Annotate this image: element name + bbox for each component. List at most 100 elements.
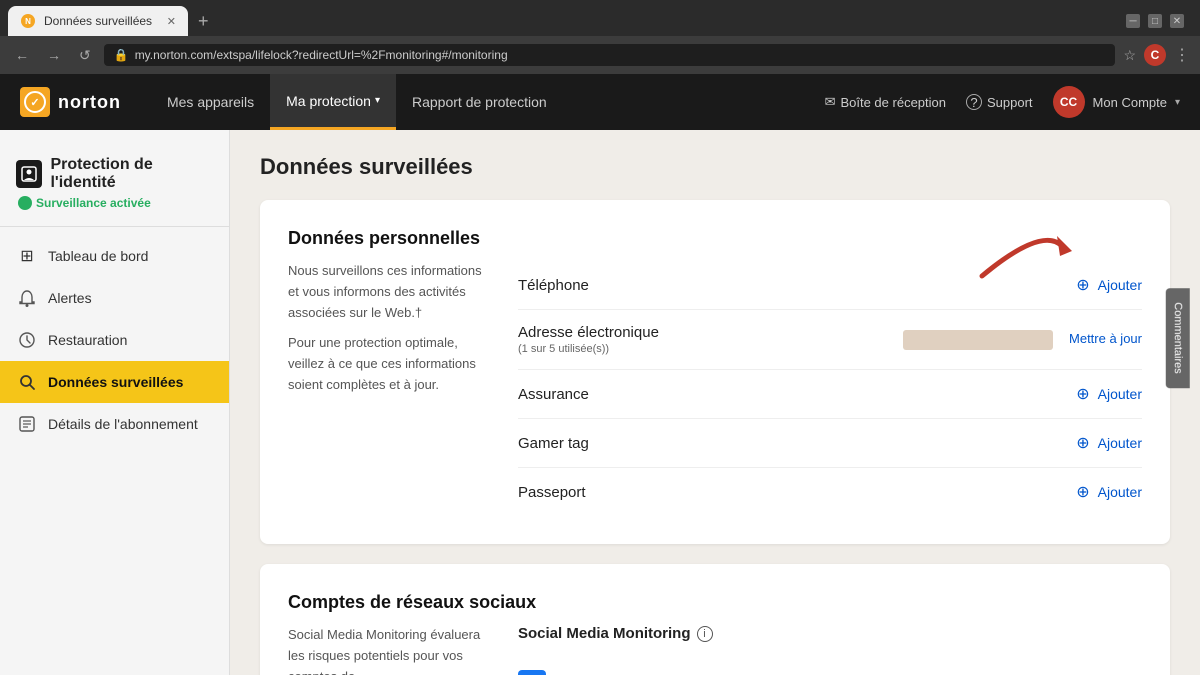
inbox-icon: ✉ — [825, 94, 836, 110]
feedback-tab[interactable]: Commentaires — [1166, 288, 1190, 388]
sidebar-label-details-abonnement: Détails de l'abonnement — [48, 416, 198, 432]
bookmark-icon[interactable]: ☆ — [1123, 47, 1136, 64]
coupon-icon[interactable]: C — [1144, 44, 1166, 66]
browser-menu-icon[interactable]: ⋮ — [1174, 45, 1190, 65]
sidebar-label-tableau-de-bord: Tableau de bord — [48, 248, 148, 264]
refresh-button[interactable]: ↺ — [74, 45, 96, 66]
gamer-tag-row: Gamer tag ⊕ Ajouter — [518, 419, 1142, 468]
social-media-monitoring-header: Social Media Monitoring i — [518, 625, 1142, 642]
assurance-label: Assurance — [518, 386, 1076, 403]
sidebar-identity-section: Protection de l'identité Surveillance ac… — [0, 146, 229, 227]
facebook-row: f Facebook ⊕ Ajouter — [518, 656, 1142, 675]
social-card: Comptes de réseaux sociaux Social Media … — [260, 564, 1170, 675]
assurance-add-button[interactable]: ⊕ Ajouter — [1076, 384, 1142, 404]
identity-title-text: Protection de l'identité — [50, 156, 213, 192]
gamer-tag-plus-icon: ⊕ — [1076, 433, 1089, 453]
assurance-plus-icon: ⊕ — [1076, 384, 1089, 404]
assurance-add-label: Ajouter — [1098, 386, 1142, 402]
sidebar-item-details-abonnement[interactable]: Détails de l'abonnement — [0, 403, 229, 445]
identity-icon — [16, 160, 42, 188]
personal-data-desc-2: Pour une protection optimale, veillez à … — [288, 333, 488, 395]
personal-data-description: Nous surveillons ces informations et vou… — [288, 261, 488, 516]
gamer-tag-add-button[interactable]: ⊕ Ajouter — [1076, 433, 1142, 453]
active-tab[interactable]: N Données surveillées ✕ — [8, 6, 188, 36]
page-title: Données surveillées — [260, 154, 1170, 180]
passeport-plus-icon: ⊕ — [1076, 482, 1089, 502]
tab-close-button[interactable]: ✕ — [167, 15, 176, 28]
user-account-label: Mon Compte — [1093, 95, 1167, 110]
sidebar-label-alertes: Alertes — [48, 290, 92, 306]
support-label: Support — [987, 95, 1033, 110]
telephone-add-label: Ajouter — [1098, 277, 1142, 293]
gamer-tag-label: Gamer tag — [518, 435, 1076, 452]
personal-data-card: Données personnelles Nous surveillons ce… — [260, 200, 1170, 544]
url-bar[interactable]: 🔒 my.norton.com/extspa/lifelock?redirect… — [104, 44, 1116, 66]
telephone-add-button[interactable]: ⊕ Ajouter — [1076, 275, 1142, 295]
inbox-label: Boîte de réception — [840, 95, 946, 110]
social-description: Social Media Monitoring évaluera les ris… — [288, 625, 488, 675]
social-media-monitoring-title: Social Media Monitoring — [518, 625, 691, 642]
restauration-icon — [16, 329, 38, 351]
nav-rapport-protection[interactable]: Rapport de protection — [396, 74, 563, 130]
nav-inbox[interactable]: ✉ Boîte de réception — [825, 94, 946, 110]
email-update-button[interactable]: Mettre à jour — [1069, 330, 1142, 348]
nav-support[interactable]: ? Support — [966, 94, 1033, 110]
email-label: Adresse électronique — [518, 324, 903, 341]
sidebar-item-donnees-surveillees[interactable]: Données surveillées — [0, 361, 229, 403]
email-bar — [903, 330, 1053, 350]
social-card-title: Comptes de réseaux sociaux — [288, 592, 1142, 613]
assurance-row: Assurance ⊕ Ajouter — [518, 370, 1142, 419]
forward-button[interactable]: → — [42, 45, 66, 65]
email-sub-label: (1 sur 5 utilisée(s)) — [518, 343, 903, 355]
close-button[interactable]: ✕ — [1170, 14, 1184, 28]
minimize-button[interactable]: ─ — [1126, 14, 1140, 28]
sidebar-identity-title: Protection de l'identité — [16, 156, 213, 192]
surveillance-active-icon — [18, 196, 32, 210]
alertes-icon — [16, 287, 38, 309]
norton-logo-text: norton — [58, 92, 121, 113]
nav-label-ma-protection: Ma protection — [286, 93, 371, 109]
nav-items: Mes appareils Ma protection ▾ Rapport de… — [151, 74, 825, 130]
maximize-button[interactable]: □ — [1148, 14, 1162, 28]
svg-text:N: N — [25, 17, 31, 26]
sidebar: Protection de l'identité Surveillance ac… — [0, 130, 230, 675]
new-tab-button[interactable]: + — [192, 9, 215, 34]
sidebar-item-tableau-de-bord[interactable]: ⊞ Tableau de bord — [0, 235, 229, 277]
browser-chrome: N Données surveillées ✕ + ─ □ ✕ ← → ↺ 🔒 … — [0, 0, 1200, 74]
main-layout: Protection de l'identité Surveillance ac… — [0, 130, 1200, 675]
surveillance-badge: Surveillance activée — [16, 196, 213, 210]
feedback-tab-label: Commentaires — [1172, 302, 1184, 374]
norton-navbar: ✓ norton Mes appareils Ma protection ▾ R… — [0, 74, 1200, 130]
personal-data-desc-1: Nous surveillons ces informations et vou… — [288, 261, 488, 323]
lock-icon: 🔒 — [114, 48, 129, 62]
passeport-add-button[interactable]: ⊕ Ajouter — [1076, 482, 1142, 502]
social-media-info-icon[interactable]: i — [697, 626, 713, 642]
passeport-row: Passeport ⊕ Ajouter — [518, 468, 1142, 516]
donnees-surveillees-icon — [16, 371, 38, 393]
nav-ma-protection[interactable]: Ma protection ▾ — [270, 74, 396, 130]
user-account[interactable]: CC Mon Compte ▾ — [1053, 86, 1180, 118]
address-bar-container: ← → ↺ 🔒 my.norton.com/extspa/lifelock?re… — [0, 36, 1200, 74]
red-arrow-annotation — [962, 206, 1082, 286]
back-button[interactable]: ← — [10, 45, 34, 65]
sidebar-item-restauration[interactable]: Restauration — [0, 319, 229, 361]
norton-logo-icon: ✓ — [20, 87, 50, 117]
norton-logo: ✓ norton — [20, 87, 121, 117]
social-card-content: Social Media Monitoring i f Facebook ⊕ A… — [518, 625, 1142, 675]
nav-dropdown-icon: ▾ — [375, 95, 380, 106]
nav-label-rapport: Rapport de protection — [412, 94, 547, 110]
surveillance-status-text: Surveillance activée — [36, 196, 151, 210]
account-dropdown-icon: ▾ — [1175, 97, 1180, 108]
content-area: Données surveillées Données personnelles… — [230, 130, 1200, 675]
social-card-inner: Social Media Monitoring évaluera les ris… — [288, 625, 1142, 675]
sidebar-item-alertes[interactable]: Alertes — [0, 277, 229, 319]
tab-title: Données surveillées — [44, 14, 159, 28]
dashboard-icon: ⊞ — [16, 245, 38, 267]
facebook-icon: f — [518, 670, 546, 675]
tab-favicon: N — [20, 13, 36, 29]
nav-mes-appareils[interactable]: Mes appareils — [151, 74, 270, 130]
abonnement-icon — [16, 413, 38, 435]
sidebar-label-restauration: Restauration — [48, 332, 127, 348]
email-value — [903, 330, 1053, 350]
nav-label-mes-appareils: Mes appareils — [167, 94, 254, 110]
